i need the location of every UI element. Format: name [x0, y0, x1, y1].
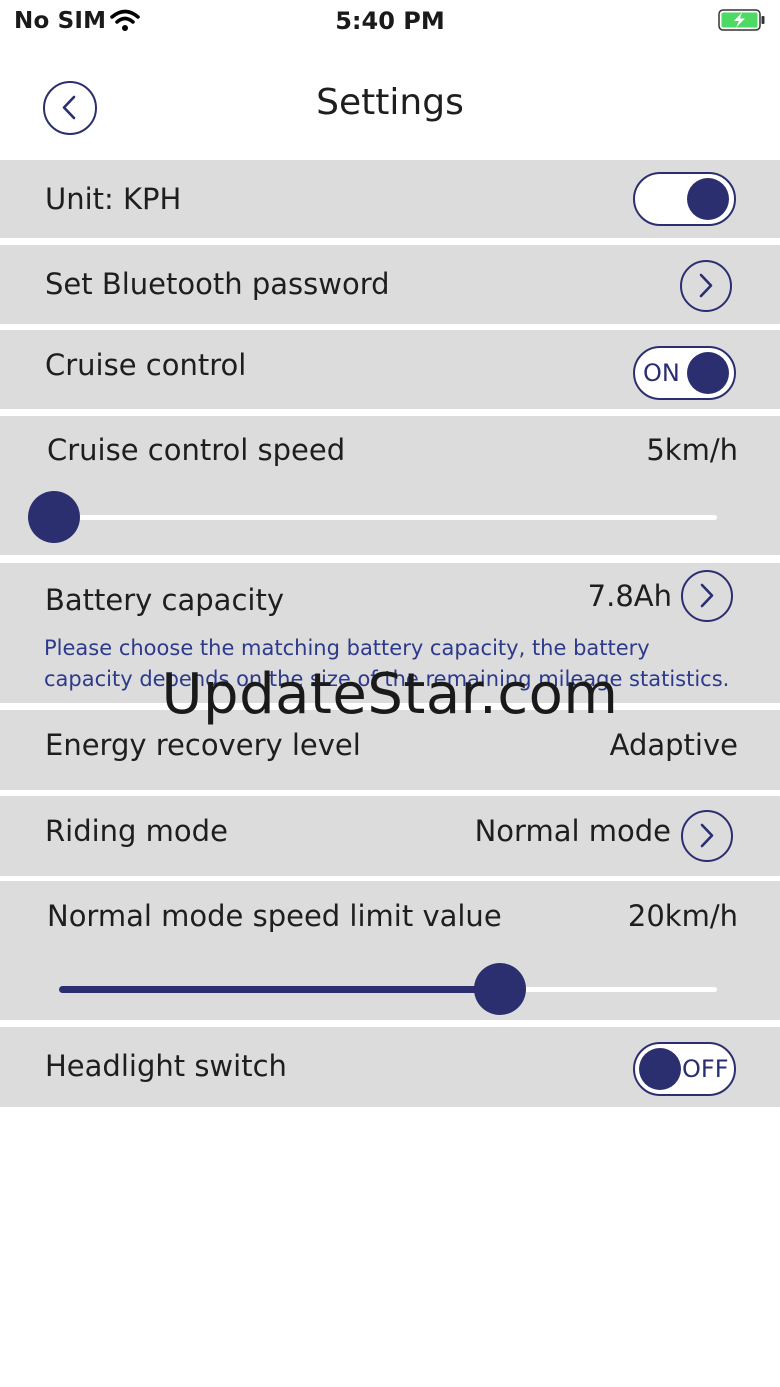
speed-limit-slider[interactable]	[59, 963, 717, 1015]
riding-mode-label: Riding mode	[45, 814, 228, 848]
clock-label: 5:40 PM	[335, 7, 445, 35]
setting-headlight: Headlight switch OFF	[0, 1027, 780, 1107]
unit-label: Unit: KPH	[45, 182, 182, 216]
bluetooth-password-button[interactable]	[680, 260, 732, 312]
chevron-right-icon	[700, 583, 714, 608]
bluetooth-password-label: Set Bluetooth password	[45, 267, 390, 301]
riding-mode-button[interactable]	[681, 810, 733, 862]
chevron-right-icon	[699, 273, 713, 298]
watermark: UpdateStar.com	[161, 662, 619, 727]
chevron-right-icon	[700, 823, 714, 848]
speed-limit-label: Normal mode speed limit value	[47, 899, 502, 933]
speed-limit-slider-fill	[59, 986, 500, 993]
cruise-speed-slider[interactable]	[28, 491, 717, 543]
battery-capacity-button[interactable]	[681, 570, 733, 622]
setting-speed-limit: Normal mode speed limit value 20km/h	[0, 881, 780, 1020]
battery-charging-icon	[718, 9, 765, 31]
nav-bar: Settings	[0, 60, 780, 156]
headlight-label: Headlight switch	[45, 1049, 287, 1083]
riding-mode-value: Normal mode	[474, 814, 671, 848]
unit-toggle[interactable]	[633, 172, 736, 226]
cruise-speed-slider-thumb[interactable]	[28, 491, 80, 543]
cruise-control-label: Cruise control	[45, 348, 247, 382]
setting-unit: Unit: KPH	[0, 160, 780, 238]
unit-toggle-knob	[687, 178, 729, 220]
battery-capacity-value: 7.8Ah	[587, 579, 672, 613]
page-title: Settings	[316, 82, 464, 123]
cruise-control-toggle-knob	[687, 352, 729, 394]
headlight-toggle[interactable]: OFF	[633, 1042, 736, 1096]
cruise-control-toggle[interactable]: ON	[633, 346, 736, 400]
setting-bluetooth-password[interactable]: Set Bluetooth password	[0, 245, 780, 324]
cruise-speed-label: Cruise control speed	[47, 433, 346, 467]
energy-recovery-label: Energy recovery level	[45, 728, 361, 762]
energy-recovery-value: Adaptive	[609, 728, 738, 762]
speed-limit-slider-thumb[interactable]	[473, 963, 526, 1015]
setting-riding-mode[interactable]: Riding mode Normal mode	[0, 796, 780, 876]
cruise-control-toggle-text: ON	[643, 359, 680, 387]
setting-cruise-control: Cruise control ON	[0, 330, 780, 409]
status-bar: No SIM 5:40 PM	[0, 0, 780, 44]
cruise-speed-value: 5km/h	[646, 433, 738, 467]
battery-capacity-label: Battery capacity	[45, 583, 284, 617]
headlight-toggle-knob	[639, 1048, 681, 1090]
headlight-toggle-text: OFF	[682, 1055, 729, 1083]
speed-limit-value: 20km/h	[627, 899, 738, 933]
setting-cruise-speed: Cruise control speed 5km/h	[0, 416, 780, 555]
